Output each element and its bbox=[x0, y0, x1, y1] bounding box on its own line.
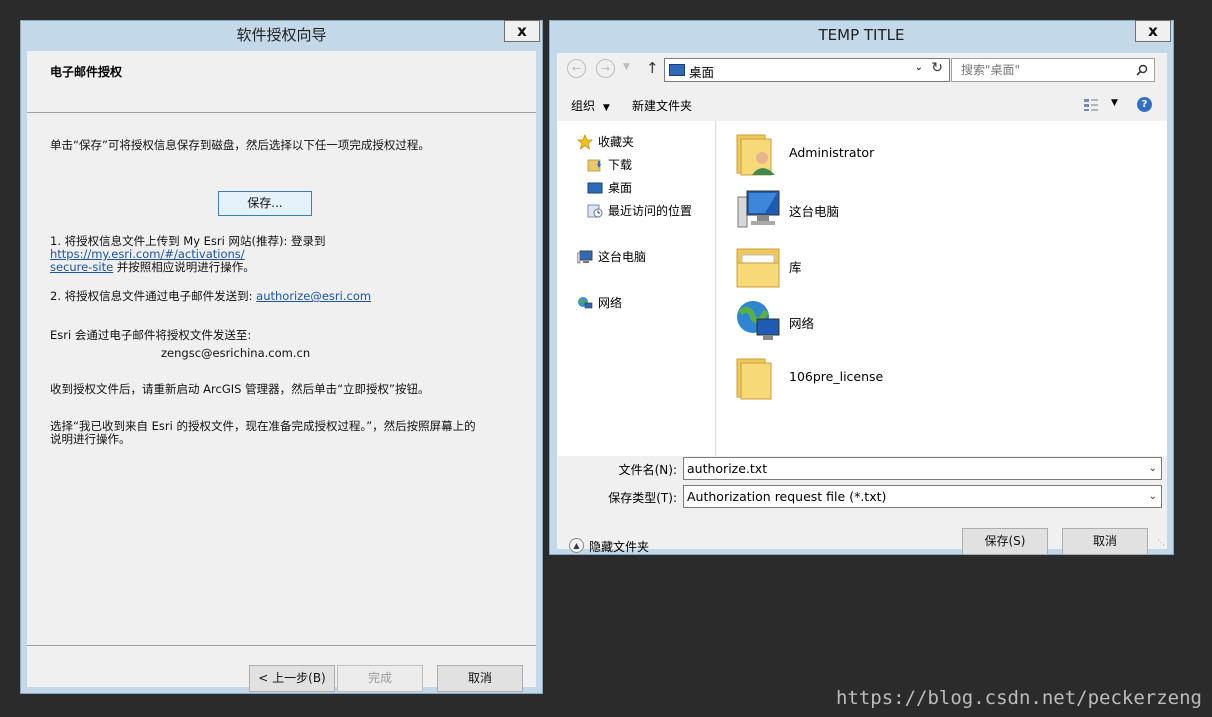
resize-grip-icon[interactable]: ⋱ bbox=[1157, 538, 1165, 547]
filename-label: 文件名(N): bbox=[618, 463, 677, 477]
file-item-106pre-license[interactable]: 106pre_license bbox=[735, 353, 1035, 401]
help-icon[interactable]: ? bbox=[1137, 97, 1152, 112]
organize-menu[interactable]: 组织 ▼ bbox=[571, 97, 610, 114]
wizard-intro: 单击“保存”可将授权信息保存到磁盘，然后选择以下任一项完成授权过程。 bbox=[50, 138, 430, 152]
authorize-email-link[interactable]: authorize@esri.com bbox=[256, 289, 371, 303]
step1-suffix: 并按照相应说明进行操作。 bbox=[113, 260, 255, 274]
downloads-folder-icon bbox=[587, 157, 603, 173]
filetype-value: Authorization request file (*.txt) bbox=[687, 489, 887, 504]
file-item-administrator[interactable]: Administrator bbox=[735, 129, 1035, 177]
wizard-close-button[interactable]: x bbox=[504, 20, 540, 42]
filename-value: authorize.txt bbox=[687, 461, 768, 476]
user-folder-icon bbox=[735, 129, 781, 177]
dialog-close-button[interactable]: x bbox=[1135, 20, 1171, 42]
network-icon bbox=[577, 295, 593, 311]
filename-input[interactable]: authorize.txt ⌄ bbox=[683, 457, 1162, 480]
dialog-cancel-button[interactable]: 取消 bbox=[1062, 528, 1148, 555]
command-toolbar: 组织 ▼ 新建文件夹 ▼ ? bbox=[557, 93, 1167, 119]
wizard-header-title: 电子邮件授权 bbox=[50, 65, 123, 79]
search-placeholder: 搜索"桌面" bbox=[961, 63, 1021, 77]
dialog-save-button[interactable]: 保存(S) bbox=[962, 528, 1048, 555]
step2-prefix: 2. 将授权信息文件通过电子邮件发送到: bbox=[50, 289, 257, 303]
star-icon bbox=[576, 133, 594, 151]
recent-places-icon bbox=[587, 203, 603, 219]
filename-dropdown-icon[interactable]: ⌄ bbox=[1149, 458, 1157, 479]
esri-note: Esri 会通过电子邮件将授权文件发送至: bbox=[50, 328, 252, 342]
new-folder-button[interactable]: 新建文件夹 bbox=[632, 97, 692, 114]
library-folder-icon bbox=[735, 241, 781, 289]
wizard-title: 软件授权向导 bbox=[236, 26, 327, 44]
address-text: 桌面 bbox=[689, 65, 715, 80]
view-dropdown-icon[interactable]: ▼ bbox=[1111, 98, 1118, 108]
wizard-header: 电子邮件授权 bbox=[27, 51, 536, 113]
dialog-title: TEMP TITLE bbox=[818, 26, 905, 44]
folder-icon bbox=[735, 353, 781, 401]
wizard-cancel-button[interactable]: 取消 bbox=[437, 665, 523, 692]
file-item-network[interactable]: 网络 bbox=[735, 297, 1035, 345]
refresh-icon[interactable]: ↻ bbox=[931, 60, 943, 76]
wizard-client: 电子邮件授权 单击“保存”可将授权信息保存到磁盘，然后选择以下任一项完成授权过程… bbox=[27, 51, 536, 692]
step1-prefix: 1. 将授权信息文件上传到 My Esri 网站(推荐): 登录到 bbox=[50, 234, 326, 248]
file-item-libraries[interactable]: 库 bbox=[735, 241, 1035, 289]
desktop-icon bbox=[669, 64, 685, 76]
wizard-step1: 1. 将授权信息文件上传到 My Esri 网站(推荐): 登录到 https:… bbox=[50, 235, 510, 274]
hide-folders-toggle[interactable]: ▲ 隐藏文件夹 bbox=[569, 538, 679, 554]
finish-button[interactable]: 完成 bbox=[337, 665, 423, 692]
computer-icon bbox=[735, 185, 781, 233]
filetype-dropdown-icon[interactable]: ⌄ bbox=[1149, 486, 1157, 507]
restart-note: 收到授权文件后，请重新启动 ArcGIS 管理器，然后单击“立即授权”按钮。 bbox=[50, 382, 430, 396]
back-button[interactable]: < 上一步(B) bbox=[249, 665, 335, 692]
filetype-select[interactable]: Authorization request file (*.txt) ⌄ bbox=[683, 485, 1162, 508]
network-icon bbox=[735, 297, 781, 345]
navigation-pane: 收藏夹 下载 桌面 最近访问的位置 这台电脑 网络 bbox=[557, 121, 716, 456]
wizard-step2: 2. 将授权信息文件通过电子邮件发送到: authorize@esri.com bbox=[50, 290, 510, 303]
select-note: 选择“我已收到来自 Esri 的授权文件，现在准备完成授权过程。”，然后按照屏幕… bbox=[50, 419, 476, 446]
desktop-icon bbox=[587, 180, 603, 196]
search-icon bbox=[1136, 59, 1148, 83]
view-options-icon[interactable] bbox=[1083, 98, 1099, 112]
save-dialog-window: TEMP TITLE x ← → ▼ ↑ 桌面 ⌄ ↻ 搜索"桌面" 组织 ▼ … bbox=[549, 20, 1174, 555]
forward-arrow-icon[interactable]: → bbox=[596, 59, 615, 78]
filetype-label: 保存类型(T): bbox=[608, 491, 677, 505]
computer-icon bbox=[576, 249, 593, 265]
back-arrow-icon[interactable]: ← bbox=[567, 59, 586, 78]
recent-dropdown-icon[interactable]: ▼ bbox=[623, 62, 630, 72]
dialog-client: ← → ▼ ↑ 桌面 ⌄ ↻ 搜索"桌面" 组织 ▼ 新建文件夹 ▼ ? 收藏夹… bbox=[557, 53, 1167, 555]
file-list: Administrator 这台电脑 库 网络 106pre_license bbox=[717, 121, 1167, 456]
hide-folders-label: 隐藏文件夹 bbox=[589, 540, 650, 554]
wizard-save-button[interactable]: 保存... bbox=[218, 191, 312, 216]
watermark: https://blog.csdn.net/peckerzeng bbox=[835, 687, 1202, 709]
collapse-up-icon: ▲ bbox=[569, 538, 584, 553]
address-dropdown-icon[interactable]: ⌄ bbox=[915, 62, 923, 73]
search-input[interactable]: 搜索"桌面" bbox=[951, 58, 1155, 82]
file-item-this-pc[interactable]: 这台电脑 bbox=[735, 185, 1035, 233]
footer-divider bbox=[27, 645, 536, 646]
address-bar[interactable]: 桌面 ⌄ ↻ bbox=[664, 58, 950, 82]
license-wizard-window: 软件授权向导 x 电子邮件授权 单击“保存”可将授权信息保存到磁盘，然后选择以下… bbox=[20, 20, 543, 694]
user-email: zengsc@esrichina.com.cn bbox=[161, 346, 311, 360]
up-arrow-icon[interactable]: ↑ bbox=[646, 59, 659, 77]
